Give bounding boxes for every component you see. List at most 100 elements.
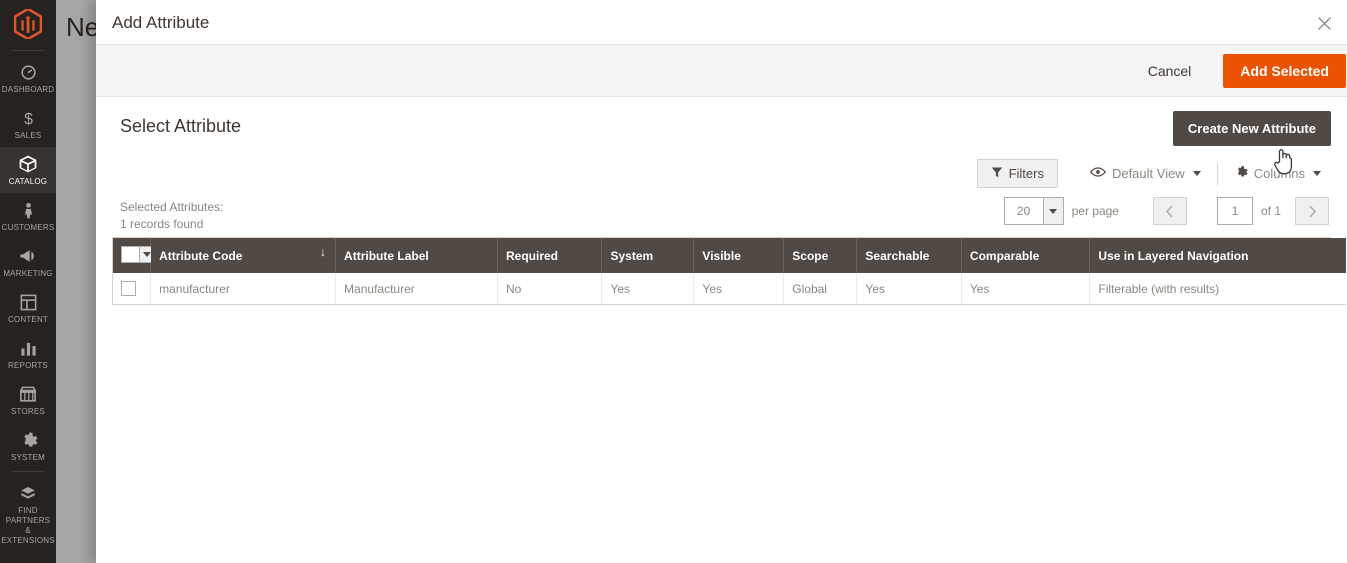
cancel-button[interactable]: Cancel [1134, 57, 1206, 85]
sort-descending-icon: ↓ [320, 245, 327, 259]
close-icon[interactable] [1309, 8, 1339, 38]
sidebar-item-label: CATALOG [8, 177, 48, 186]
column-label: Scope [792, 248, 829, 263]
column-header-layered-navigation[interactable]: Use in Layered Navigation [1089, 238, 1346, 273]
box-icon [18, 154, 38, 174]
sidebar-item-label: CONTENT [7, 315, 49, 324]
store-icon [18, 384, 38, 404]
column-label: Attribute Label [344, 248, 429, 263]
sidebar-item-label: SYSTEM [10, 453, 46, 462]
sidebar-item-catalog[interactable]: CATALOG [0, 147, 56, 193]
gear-icon [1234, 165, 1248, 182]
sidebar-item-dashboard[interactable]: DASHBOARD [0, 55, 56, 101]
cell-required: No [497, 273, 603, 305]
add-selected-button[interactable]: Add Selected [1223, 53, 1346, 88]
grid-meta: Selected Attributes: 1 records found 20 … [112, 197, 1331, 237]
total-pages-label: of 1 [1260, 204, 1281, 218]
chevron-left-icon[interactable] [1152, 197, 1187, 225]
dashboard-icon [19, 62, 38, 82]
view-switcher-label: Default View [1111, 166, 1185, 181]
sidebar-item-system[interactable]: SYSTEM [0, 423, 56, 469]
sidebar-item-label: CUSTOMERS [1, 223, 55, 232]
pager: 20 per page of 1 [1003, 197, 1329, 225]
funnel-icon [991, 166, 1003, 181]
caret-glyph [142, 252, 151, 257]
prev-glyph [1166, 204, 1174, 218]
page-input[interactable] [1216, 197, 1253, 225]
toolbar-separator [1216, 162, 1218, 185]
select-all-header[interactable] [113, 238, 154, 273]
sidebar-item-marketing[interactable]: MARKETING [0, 239, 56, 285]
megaphone-icon [18, 246, 38, 266]
sidebar-item-stores[interactable]: STORES [0, 377, 56, 423]
sidebar-item-label: DASHBOARD [1, 85, 55, 94]
columns-control[interactable]: Columns [1226, 159, 1329, 188]
person-icon [19, 200, 38, 220]
chevron-down-icon [1192, 171, 1201, 176]
mass-select-checkbox[interactable] [121, 246, 154, 263]
columns-label: Columns [1253, 166, 1305, 181]
filters-button[interactable]: Filters [976, 159, 1058, 188]
magento-logo-icon [14, 9, 42, 39]
modal-header: Add Attribute [96, 0, 1347, 45]
section-header: Select Attribute Create New Attribute [112, 97, 1331, 157]
column-header-scope[interactable]: Scope [783, 238, 858, 273]
row-select-cell[interactable] [113, 273, 152, 305]
sidebar-item-label: FIND PARTNERS & EXTENSIONS [1, 506, 55, 545]
column-header-required[interactable]: Required [497, 238, 603, 273]
svg-text:$: $ [24, 111, 33, 128]
column-header-comparable[interactable]: Comparable [961, 238, 1091, 273]
sidebar-item-customers[interactable]: CUSTOMERS [0, 193, 56, 239]
grid-toolbar: Filters Default View Columns [112, 157, 1331, 197]
sidebar-item-label: REPORTS [8, 361, 48, 370]
bar-chart-icon [19, 338, 38, 358]
per-page-selector[interactable]: 20 [1003, 197, 1064, 225]
column-header-attribute-label[interactable]: Attribute Label [335, 238, 498, 273]
chevron-down-icon [1042, 198, 1063, 224]
sidebar-item-sales[interactable]: $ SALES [0, 101, 56, 147]
cell-scope: Global [783, 273, 858, 305]
sidebar-item-reports[interactable]: REPORTS [0, 331, 56, 377]
chevron-down-icon [1313, 171, 1321, 176]
extension-icon [18, 483, 38, 503]
sidebar-item-content[interactable]: CONTENT [0, 285, 56, 331]
section-title: Select Attribute [120, 116, 242, 136]
table-header-row: Attribute Code ↓ Attribute Label Require… [113, 238, 1346, 273]
column-header-attribute-code[interactable]: Attribute Code ↓ [150, 238, 337, 273]
row-checkbox[interactable] [121, 281, 136, 297]
add-attribute-modal: Add Attribute Cancel Add Selected Select… [96, 0, 1347, 563]
sidebar-item-label: SALES [14, 131, 42, 140]
column-label: System [610, 248, 654, 263]
layout-icon [19, 292, 38, 312]
column-label: Use in Layered Navigation [1098, 248, 1249, 263]
selected-attributes-label: Selected Attributes: [120, 200, 224, 214]
attributes-grid: Attribute Code ↓ Attribute Label Require… [112, 237, 1346, 306]
cell-layered-navigation: Filterable (with results) [1089, 273, 1346, 305]
sidebar-item-label: MARKETING [3, 269, 53, 278]
column-label: Searchable [865, 248, 930, 263]
gear-icon [19, 430, 38, 450]
cell-visible: Yes [693, 273, 785, 305]
admin-screen: New DASHBOARD $ SALES CATALOG CUSTOMERS … [0, 0, 1347, 563]
close-glyph [1317, 16, 1331, 30]
grid-toolbar-controls: Filters Default View Columns [976, 159, 1329, 188]
sidebar-divider-top [11, 50, 45, 51]
column-header-searchable[interactable]: Searchable [856, 238, 962, 273]
eye-icon [1089, 166, 1106, 181]
column-header-system[interactable]: System [601, 238, 695, 273]
sidebar-item-find-partners[interactable]: FIND PARTNERS & EXTENSIONS [0, 476, 56, 552]
sidebar-divider-bottom [11, 471, 45, 472]
per-page-value: 20 [1016, 204, 1031, 218]
chevron-right-icon[interactable] [1295, 197, 1329, 225]
magento-logo[interactable] [0, 0, 56, 48]
create-new-attribute-button[interactable]: Create New Attribute [1172, 111, 1331, 146]
table-row[interactable]: manufacturer Manufacturer No Yes Yes Glo… [113, 273, 1346, 305]
checkbox-box [122, 247, 139, 262]
column-label: Attribute Code [159, 248, 243, 263]
modal-title: Add Attribute [112, 13, 210, 32]
column-label: Visible [702, 248, 741, 263]
sidebar-item-label: STORES [11, 407, 45, 416]
view-switcher[interactable]: Default View [1082, 160, 1209, 187]
cell-attribute-label: Manufacturer [335, 273, 498, 305]
column-header-visible[interactable]: Visible [693, 238, 785, 273]
